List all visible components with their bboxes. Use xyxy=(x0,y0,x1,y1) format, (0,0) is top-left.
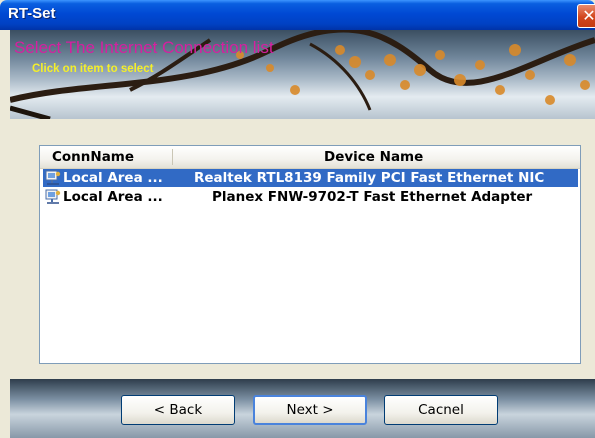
column-header-connname[interactable]: ConnName xyxy=(52,149,134,165)
close-icon: ✕ xyxy=(582,6,595,25)
window-title: RT-Set xyxy=(8,5,56,22)
close-button[interactable]: ✕ xyxy=(577,4,595,28)
next-button[interactable]: Next > xyxy=(253,395,367,425)
device-name-cell: Realtek RTL8139 Family PCI Fast Ethernet… xyxy=(194,170,545,186)
column-header-device-name[interactable]: Device Name xyxy=(324,149,423,165)
list-item[interactable]: Local Area ... Realtek RTL8139 Family PC… xyxy=(43,169,578,187)
list-header: ConnName Device Name xyxy=(40,146,580,169)
network-connection-icon xyxy=(45,189,61,204)
banner-title: Select The Internet Connection list xyxy=(14,38,274,57)
conn-name-cell: Local Area ... xyxy=(63,170,163,186)
dialog-body: ConnName Device Name Local Area ... Real… xyxy=(10,119,595,379)
connection-list[interactable]: ConnName Device Name Local Area ... Real… xyxy=(39,145,581,364)
back-button[interactable]: < Back xyxy=(121,395,235,425)
column-divider[interactable] xyxy=(172,149,173,165)
banner-subtitle: Click on item to select xyxy=(32,63,154,75)
button-bar: < Back Next > Cacnel xyxy=(10,379,595,438)
network-connection-icon xyxy=(45,170,61,185)
banner-image: Select The Internet Connection list Clic… xyxy=(10,30,595,119)
conn-name-cell: Local Area ... xyxy=(63,189,163,205)
device-name-cell: Planex FNW-9702-T Fast Ethernet Adapter xyxy=(212,189,533,205)
title-bar[interactable]: RT-Set ✕ xyxy=(0,0,595,30)
list-item[interactable]: Local Area ... Planex FNW-9702-T Fast Et… xyxy=(43,188,578,206)
cancel-button[interactable]: Cacnel xyxy=(384,395,498,425)
